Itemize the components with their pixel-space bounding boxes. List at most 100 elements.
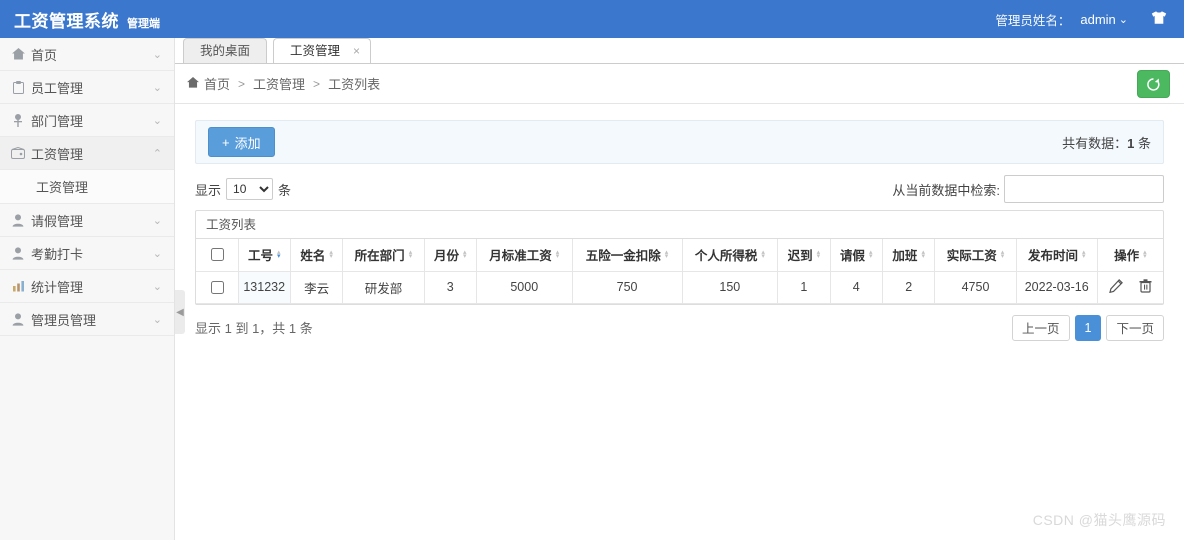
sort-desc-icon: ▴ ▾: [276, 248, 281, 260]
account-area: 管理员姓名： admin ⌄: [995, 10, 1168, 29]
user-icon: [10, 213, 26, 227]
sidebar-item-label: 员工管理: [31, 80, 84, 96]
pagination-prev[interactable]: 上一页: [1012, 314, 1070, 341]
cell-department: 研发部: [342, 271, 425, 304]
length-suffix-label: 条: [278, 182, 292, 198]
column-month[interactable]: 月份 ▴ ▾: [424, 239, 477, 272]
sidebar-collapse-toggle[interactable]: ◀: [175, 290, 185, 334]
pagination: 上一页 1 下一页: [1012, 314, 1164, 341]
cell-actual-salary: 4750: [934, 271, 1017, 304]
chevron-down-icon: ⌄: [152, 48, 162, 61]
length-and-search-row: 显示 10 25 50 100 条 从当前数据中检索:: [195, 168, 1164, 210]
table-head: 工号 ▴ ▾ 姓名 ▴ ▾ 所在部门 ▴ ▾ 月份 ▴ ▾ 月标准工资 ▴ ▾ …: [196, 239, 1163, 272]
cell-operations: [1097, 271, 1163, 304]
sidebar-item-label: 工资管理: [31, 146, 84, 162]
close-icon[interactable]: ×: [353, 39, 360, 63]
sidebar-subitem-label: 工资管理: [36, 180, 89, 195]
breadcrumb-item-salary[interactable]: 工资管理: [253, 74, 305, 93]
delete-icon[interactable]: [1139, 278, 1152, 296]
column-income-tax[interactable]: 个人所得税 ▴ ▾: [682, 239, 779, 272]
sidebar-item-employee[interactable]: 员工管理 ⌄: [0, 71, 174, 104]
pagination-next[interactable]: 下一页: [1106, 314, 1164, 341]
add-button-label: 添加: [234, 135, 261, 151]
app-title: 工资管理系统: [14, 11, 119, 31]
add-button[interactable]: + 添加: [208, 127, 275, 157]
column-actual-salary[interactable]: 实际工资 ▴ ▾: [934, 239, 1017, 272]
breadcrumb-item-home[interactable]: 首页: [204, 74, 230, 93]
column-select-all[interactable]: [196, 239, 239, 272]
salary-panel: + 添加 共有数据：1 条 显示 10 25 50 100 条 从当前数据中检索…: [175, 104, 1184, 351]
chevron-down-icon: ⌄: [152, 313, 162, 326]
row-checkbox[interactable]: [210, 280, 224, 294]
sidebar-item-home[interactable]: 首页 ⌄: [0, 38, 174, 71]
sidebar-item-admin[interactable]: 管理员管理 ⌄: [0, 303, 174, 336]
sort-icon: ▴ ▾: [1000, 248, 1005, 260]
column-insurance-deduction[interactable]: 五险一金扣除 ▴ ▾: [572, 239, 683, 272]
sidebar-item-attendance[interactable]: 考勤打卡 ⌄: [0, 237, 174, 270]
top-header: 工资管理系统 管理端 管理员姓名： admin ⌄: [0, 0, 1184, 38]
sidebar-item-salary[interactable]: 工资管理 ⌃: [0, 137, 174, 170]
salary-table-container: 工资列表 工号 ▴ ▾ 姓名 ▴ ▾ 所在部门 ▴ ▾ 月份 ▴ ▾ 月标准工资…: [195, 210, 1164, 305]
column-standard-salary[interactable]: 月标准工资 ▴ ▾: [476, 239, 573, 272]
column-late[interactable]: 迟到 ▴ ▾: [777, 239, 831, 272]
home-icon: [187, 76, 199, 91]
cell-income-tax: 150: [682, 271, 779, 304]
column-name[interactable]: 姓名 ▴ ▾: [290, 239, 344, 272]
sidebar-item-label: 部门管理: [31, 113, 84, 129]
column-publish-time[interactable]: 发布时间 ▴ ▾: [1016, 239, 1098, 272]
home-icon: [10, 48, 26, 60]
app-brand: 工资管理系统 管理端: [14, 7, 160, 32]
cell-name: 李云: [290, 271, 344, 304]
column-leave[interactable]: 请假 ▴ ▾: [830, 239, 883, 272]
edit-icon[interactable]: [1109, 278, 1124, 296]
sidebar-item-statistics[interactable]: 统计管理 ⌄: [0, 270, 174, 303]
column-label: 发布时间: [1027, 249, 1078, 264]
search-input[interactable]: [1004, 175, 1164, 203]
tab-label: 我的桌面: [200, 44, 251, 58]
salary-table: 工号 ▴ ▾ 姓名 ▴ ▾ 所在部门 ▴ ▾ 月份 ▴ ▾ 月标准工资 ▴ ▾ …: [196, 239, 1163, 304]
sidebar-item-department[interactable]: 部门管理 ⌄: [0, 104, 174, 137]
row-select-cell[interactable]: [196, 271, 239, 304]
sidebar-subitem-salary-list[interactable]: 工资管理: [0, 170, 174, 204]
breadcrumb: 首页 > 工资管理 > 工资列表: [175, 64, 1184, 104]
column-department[interactable]: 所在部门 ▴ ▾: [342, 239, 425, 272]
column-employee-id[interactable]: 工号 ▴ ▾: [238, 239, 291, 272]
chart-icon: [10, 280, 26, 292]
shirt-icon[interactable]: [1150, 10, 1168, 28]
tab-my-desktop[interactable]: 我的桌面: [183, 38, 268, 63]
sort-icon: ▴ ▾: [869, 248, 873, 260]
sidebar-item-leave[interactable]: 请假管理 ⌄: [0, 204, 174, 237]
column-label: 加班: [892, 249, 918, 264]
tab-label: 工资管理: [290, 44, 341, 58]
pagination-info: 显示 1 到 1，共 1 条: [195, 321, 313, 336]
clipboard-icon: [10, 80, 26, 94]
table-toolbar: + 添加 共有数据：1 条: [195, 120, 1164, 164]
admin-username[interactable]: admin: [1080, 12, 1115, 27]
tab-salary-management[interactable]: 工资管理 ×: [273, 38, 372, 63]
column-label: 请假: [840, 249, 866, 264]
table-footer: 显示 1 到 1，共 1 条 上一页 1 下一页: [195, 305, 1164, 351]
chevron-down-icon: ⌄: [152, 81, 162, 94]
column-operations[interactable]: 操作 ▴ ▾: [1097, 239, 1163, 272]
sidebar-item-label: 请假管理: [31, 213, 84, 229]
select-all-checkbox[interactable]: [210, 248, 224, 262]
content-area: 我的桌面 工资管理 × 首页 > 工资管理 > 工资列表 + 添加 共有数据：1…: [175, 38, 1184, 540]
sort-icon: ▴ ▾: [329, 248, 333, 260]
pagination-page-1[interactable]: 1: [1074, 314, 1102, 341]
refresh-button[interactable]: [1137, 70, 1170, 98]
table-row[interactable]: 131232 李云 研发部 3 5000 750 150 1 4 2 4750 …: [196, 271, 1163, 304]
sort-icon: ▴ ▾: [816, 248, 821, 260]
cell-insurance-deduction: 750: [572, 271, 683, 304]
column-overtime[interactable]: 加班 ▴ ▾: [882, 239, 936, 272]
chevron-down-icon: ⌄: [152, 247, 162, 260]
sort-icon: ▴ ▾: [921, 248, 925, 260]
chevron-down-icon[interactable]: ⌄: [1119, 13, 1128, 26]
admin-name-label: 管理员姓名：: [995, 13, 1071, 28]
chevron-left-icon: ◀: [176, 306, 184, 318]
column-label: 迟到: [787, 249, 813, 264]
page-length-select[interactable]: 10 25 50 100: [226, 178, 274, 200]
chevron-down-icon: ⌄: [152, 214, 162, 227]
cell-leave: 4: [830, 271, 883, 304]
chevron-up-icon: ⌃: [152, 147, 162, 160]
watermark: CSDN @猫头鹰源码: [1032, 512, 1166, 528]
